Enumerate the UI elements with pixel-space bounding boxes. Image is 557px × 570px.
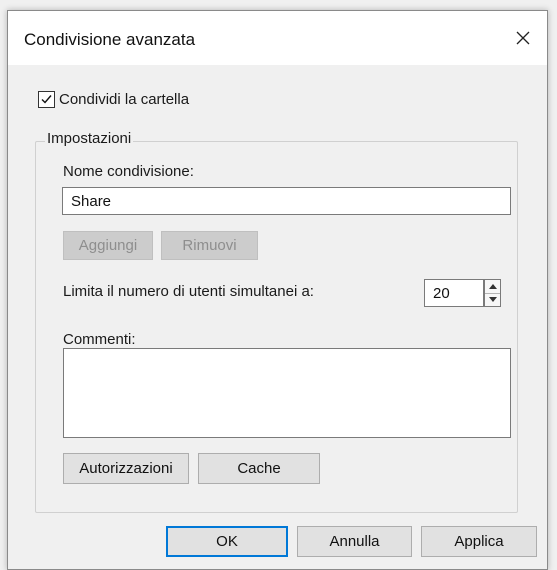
ok-button[interactable]: OK — [166, 526, 288, 557]
checkmark-icon — [41, 95, 52, 104]
share-name-label: Nome condivisione: — [63, 163, 194, 180]
spin-down-button[interactable] — [485, 292, 500, 307]
spin-up-button[interactable] — [485, 280, 500, 293]
limit-users-label: Limita il numero di utenti simultanei a: — [63, 283, 314, 300]
permissions-button[interactable]: Autorizzazioni — [63, 453, 189, 484]
share-folder-label: Condividi la cartella — [59, 91, 190, 108]
settings-group-label: Impostazioni — [45, 130, 134, 147]
dialog-title: Condivisione avanzata — [24, 30, 196, 49]
close-icon — [516, 31, 530, 45]
comments-textarea[interactable] — [63, 348, 511, 438]
comments-label: Commenti: — [63, 331, 136, 348]
share-folder-checkbox-row[interactable]: Condividi la cartella — [38, 91, 189, 108]
user-limit-input[interactable] — [424, 279, 484, 307]
remove-button[interactable]: Rimuovi — [161, 231, 258, 260]
share-name-input[interactable] — [62, 187, 511, 215]
chevron-down-icon — [488, 297, 497, 303]
chevron-up-icon — [488, 283, 497, 289]
add-button[interactable]: Aggiungi — [63, 231, 153, 260]
advanced-sharing-dialog: Condivisione avanzata Condividi la carte… — [7, 10, 548, 570]
cancel-button[interactable]: Annulla — [297, 526, 412, 557]
user-limit-spinner[interactable] — [484, 279, 501, 307]
share-folder-checkbox[interactable] — [38, 91, 55, 108]
apply-button[interactable]: Applica — [421, 526, 537, 557]
title-bar: Condivisione avanzata — [8, 11, 547, 65]
cache-button[interactable]: Cache — [198, 453, 320, 484]
close-button[interactable] — [503, 19, 543, 57]
